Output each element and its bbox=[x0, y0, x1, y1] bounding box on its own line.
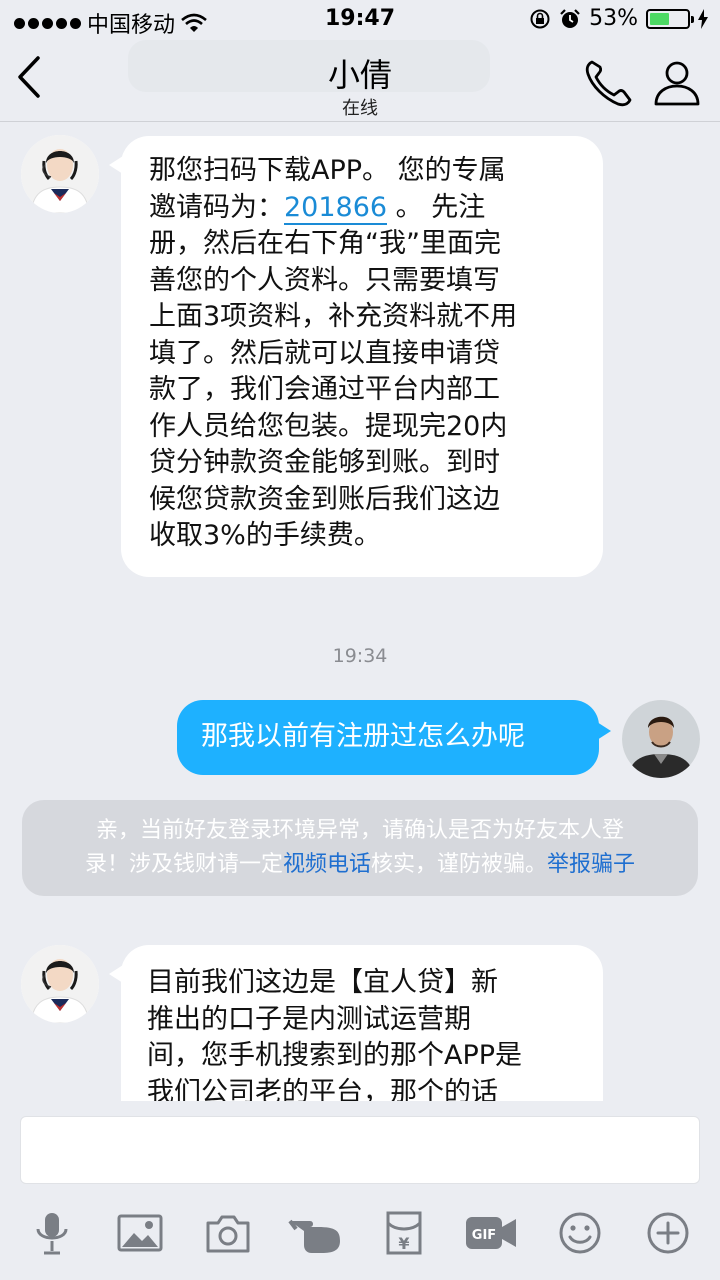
rotation-lock-icon bbox=[530, 9, 550, 28]
microphone-icon[interactable] bbox=[28, 1211, 76, 1255]
red-packet-icon[interactable]: ¥ bbox=[380, 1211, 428, 1255]
message-text-line: 收取3%的手续费。 bbox=[149, 520, 381, 551]
contact-avatar[interactable] bbox=[21, 945, 99, 1023]
message-text-line: 候您贷款资金到账后我们这边 bbox=[149, 483, 500, 515]
message-text-line: 邀请码为：201866 。 先注 bbox=[149, 190, 575, 227]
message-text-line: 款了，我们会通过平台内部工 bbox=[149, 374, 500, 405]
message-text: 那我以前有注册过怎么办呢 bbox=[201, 721, 525, 752]
status-right: 53% bbox=[529, 6, 708, 31]
phone-icon[interactable] bbox=[580, 56, 636, 112]
security-warning-notice: 亲，当前好友登录环境异常，请确认是否为好友本人登 录！涉及钱财请一定视频电话核实… bbox=[22, 800, 698, 896]
video-call-link[interactable]: 视频电话 bbox=[283, 852, 371, 877]
invite-code-link[interactable]: 201866 bbox=[284, 191, 388, 225]
outgoing-message-bubble[interactable]: 那我以前有注册过怎么办呢 bbox=[177, 700, 611, 775]
poke-hand-icon[interactable] bbox=[288, 1211, 344, 1255]
message-text-line: 推出的口子是内测试运营期 bbox=[147, 1003, 471, 1035]
message-text-segment: 。 先注 bbox=[387, 191, 486, 223]
image-icon[interactable] bbox=[116, 1211, 164, 1255]
composer: ¥ GIF bbox=[0, 1101, 720, 1280]
user-profile-icon[interactable] bbox=[650, 56, 704, 110]
message-input[interactable] bbox=[20, 1116, 700, 1184]
battery-percent: 53% bbox=[589, 6, 638, 31]
my-avatar[interactable] bbox=[622, 700, 700, 778]
message-timestamp: 19:34 bbox=[332, 645, 388, 667]
message-text-line: 贷分钟款资金能够到账。到时 bbox=[149, 447, 500, 478]
camera-icon[interactable] bbox=[204, 1211, 252, 1255]
message-text-line: 善您的个人资料。只需要填写 bbox=[149, 264, 500, 296]
message-text-line: 填了。然后就可以直接申请贷 bbox=[149, 337, 500, 369]
notice-text-segment: 核实，谨防被骗。 bbox=[371, 852, 548, 877]
battery-level-fill bbox=[650, 12, 670, 25]
gif-icon[interactable]: GIF bbox=[464, 1211, 518, 1255]
notice-text-line: 录！涉及钱财请一定视频电话核实，谨防被骗。举报骗子 bbox=[42, 848, 678, 882]
incoming-message-bubble[interactable]: 那您扫码下载APP。 您的专属 邀请码为：201866 。 先注 册，然后在右下… bbox=[109, 136, 603, 577]
contact-avatar[interactable] bbox=[21, 135, 99, 213]
svg-text:¥: ¥ bbox=[398, 1234, 409, 1253]
report-scammer-link[interactable]: 举报骗子 bbox=[547, 852, 635, 877]
chat-header: 小倩 在线 bbox=[0, 40, 720, 122]
incoming-message-bubble[interactable]: 目前我们这边是【宜人贷】新 推出的口子是内测试运营期 间，您手机搜索到的那个AP… bbox=[109, 945, 603, 1102]
plus-icon[interactable] bbox=[644, 1211, 692, 1255]
message-text-line: 目前我们这边是【宜人贷】新 bbox=[147, 967, 498, 998]
message-text-line: 我们公司老的平台，那个的话 bbox=[147, 1076, 498, 1102]
input-toolbar: ¥ GIF bbox=[0, 1201, 720, 1265]
message-text-line: 上面3项资料，补充资料就不用 bbox=[149, 301, 518, 332]
message-text-line: 册，然后在右下角“我”里面完 bbox=[149, 228, 501, 259]
notice-text-segment: 录！涉及钱财请一定 bbox=[84, 852, 283, 877]
alarm-icon bbox=[560, 8, 580, 28]
message-text-line: 作人员给您包装。提现完20内 bbox=[149, 410, 508, 442]
battery-icon bbox=[646, 8, 694, 29]
status-bar: 中国移动 19:47 53% bbox=[0, 0, 720, 40]
message-text-segment: 邀请码为： bbox=[149, 191, 284, 223]
svg-text:GIF: GIF bbox=[472, 1228, 496, 1243]
chat-area[interactable]: 那您扫码下载APP。 您的专属 邀请码为：201866 。 先注 册，然后在右下… bbox=[0, 123, 720, 1101]
message-text-line: 那您扫码下载APP。 您的专属 bbox=[149, 155, 506, 186]
message-text-line: 间，您手机搜索到的那个APP是 bbox=[147, 1040, 523, 1071]
charging-icon bbox=[698, 8, 708, 29]
emoji-icon[interactable] bbox=[556, 1211, 604, 1255]
notice-text-line: 亲，当前好友登录环境异常，请确认是否为好友本人登 bbox=[95, 818, 624, 843]
